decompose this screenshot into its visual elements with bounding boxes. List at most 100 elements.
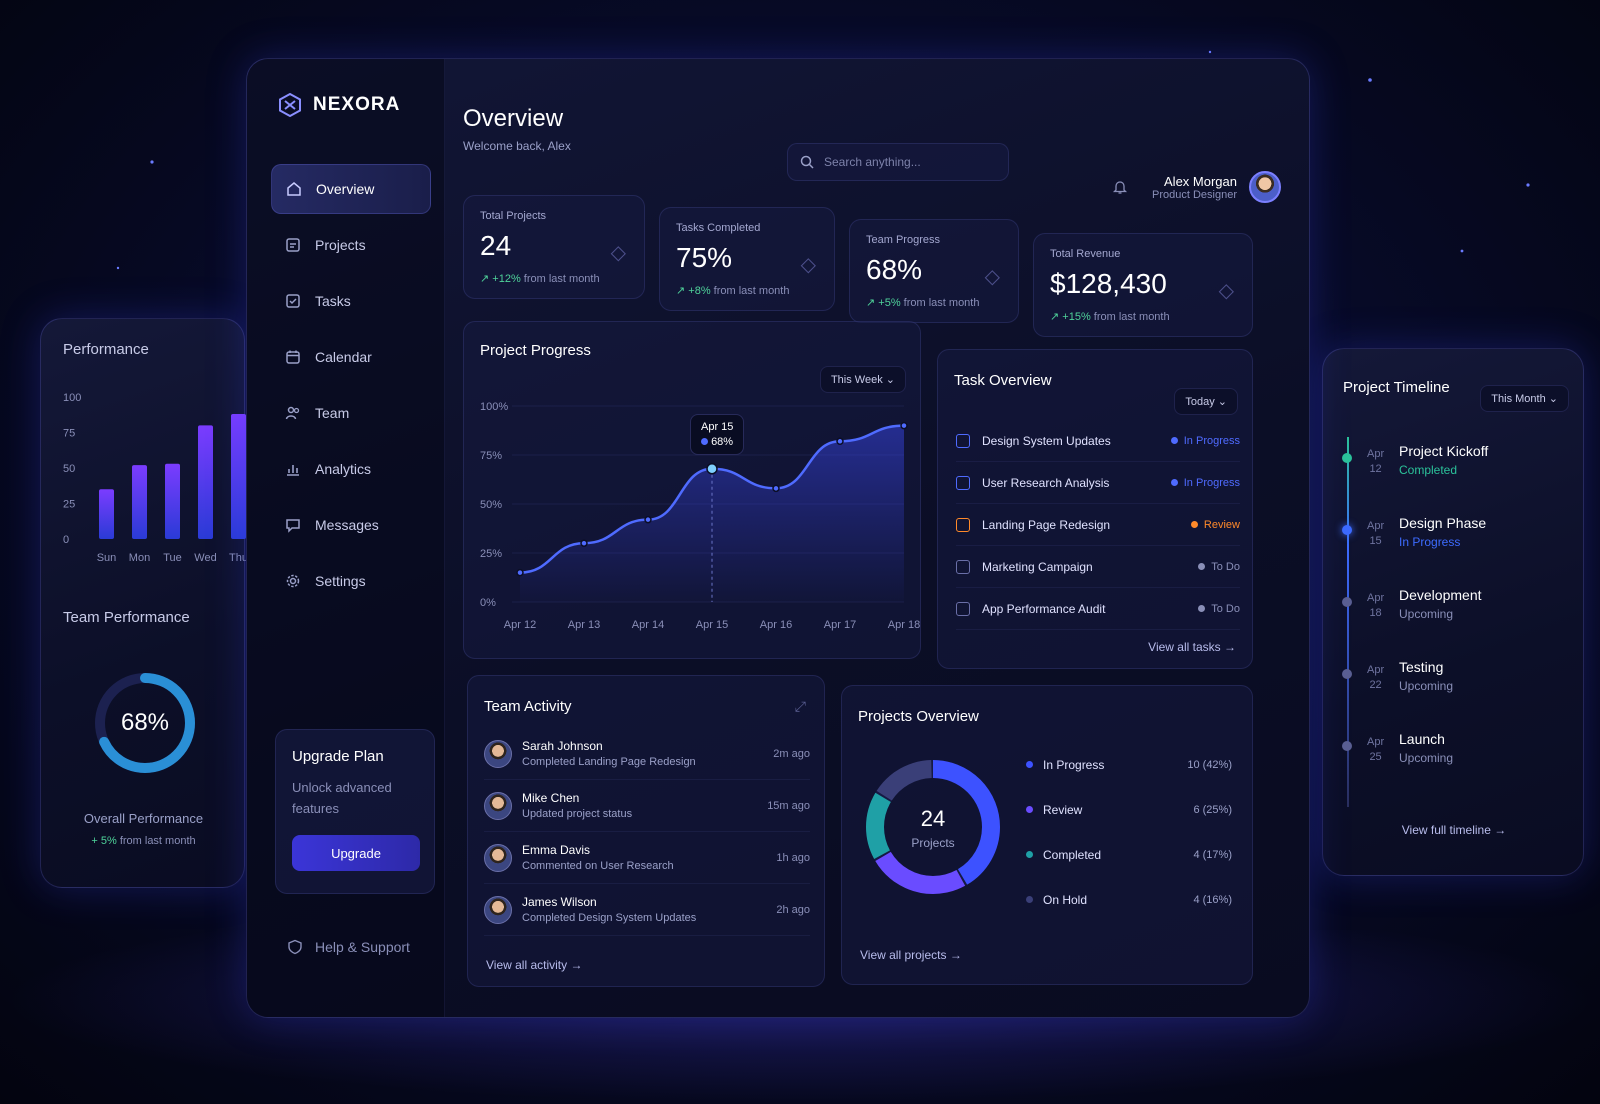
task-overview-range-dropdown[interactable]: Today ⌄ xyxy=(1174,388,1238,415)
ring-value: 68% xyxy=(120,709,170,736)
activity-description: Commented on User Research xyxy=(522,860,674,872)
timeline-item[interactable]: Apr 22 Testing Upcoming xyxy=(1342,659,1575,731)
search-input[interactable]: Search anything... xyxy=(787,143,1009,181)
legend-item[interactable]: On Hold 4 (16%) xyxy=(1026,877,1232,922)
help-support-label: Help & Support xyxy=(315,939,410,955)
activity-description: Completed Design System Updates xyxy=(522,912,697,924)
calendar-icon xyxy=(286,350,300,364)
view-full-timeline-link[interactable]: View full timeline → xyxy=(1323,823,1585,837)
stat-change: ↗ +15% from last month xyxy=(1050,310,1236,323)
timeline-dot xyxy=(1342,597,1352,607)
timeline-date: Apr 12 xyxy=(1367,447,1384,477)
timeline-month: Apr xyxy=(1367,448,1385,460)
task-status: To Do xyxy=(1198,561,1240,573)
sidebar-item-projects[interactable]: Projects xyxy=(271,220,431,270)
stat-card-total-projects[interactable]: Total Projects 24 ↗ +12% from last month… xyxy=(463,195,645,299)
stat-card-team-progress[interactable]: Team Progress 68% ↗ +5% from last month … xyxy=(849,219,1019,323)
task-checkbox[interactable] xyxy=(956,517,970,532)
timeline-date: Apr 22 xyxy=(1367,663,1384,693)
data-point xyxy=(772,484,780,493)
view-all-tasks-label: View all tasks xyxy=(1148,640,1221,654)
timeline-item[interactable]: Apr 12 Project Kickoff Completed xyxy=(1342,443,1575,515)
timeline-dot xyxy=(1342,453,1352,463)
sidebar-item-settings[interactable]: Settings xyxy=(271,556,431,606)
status-dot xyxy=(1170,479,1178,486)
overall-change-suffix: from last month xyxy=(119,835,196,847)
legend-item[interactable]: In Progress 10 (42%) xyxy=(1026,742,1232,787)
y-tick-label: 25 xyxy=(63,499,75,511)
sidebar-item-analytics[interactable]: Analytics xyxy=(271,444,431,494)
sidebar-item-team[interactable]: Team xyxy=(271,388,431,438)
upgrade-plan-card: Upgrade Plan Unlock advanced features Up… xyxy=(275,729,435,894)
upgrade-text: Unlock advanced features xyxy=(292,780,392,816)
legend-item[interactable]: Completed 4 (17%) xyxy=(1026,832,1232,877)
page-title: Overview xyxy=(463,105,564,132)
timeline-title: Project Timeline xyxy=(1343,379,1450,396)
chevron-down-icon: ⌄ xyxy=(1217,396,1227,408)
timeline-item-status: Upcoming xyxy=(1399,679,1454,693)
trend-up-icon: ↗ xyxy=(1050,311,1060,323)
tooltip-date: Apr 15 xyxy=(701,421,734,433)
avatar[interactable] xyxy=(1249,171,1281,203)
sidebar-nav: Overview Projects Tasks Calendar Team An… xyxy=(271,164,431,612)
help-support-link[interactable]: Help & Support xyxy=(287,939,410,955)
stat-card-tasks-completed[interactable]: Tasks Completed 75% ↗ +8% from last mont… xyxy=(659,207,835,311)
activity-row[interactable]: James Wilson Completed Design System Upda… xyxy=(484,884,810,936)
timeline-item[interactable]: Apr 18 Development Upcoming xyxy=(1342,587,1575,659)
check-icon: ◇ xyxy=(800,254,816,276)
view-full-timeline-label: View full timeline xyxy=(1401,823,1491,837)
trend-up-icon: ↗ xyxy=(480,273,490,285)
task-row[interactable]: User Research Analysis In Progress xyxy=(956,462,1240,504)
sidebar-item-messages[interactable]: Messages xyxy=(271,500,431,550)
activity-row[interactable]: Mike Chen Updated project status 15m ago xyxy=(484,780,810,832)
task-row[interactable]: Landing Page Redesign Review xyxy=(956,504,1240,546)
task-checkbox[interactable] xyxy=(956,559,970,574)
data-point xyxy=(580,539,588,547)
task-status: In Progress xyxy=(1170,477,1240,489)
bar xyxy=(99,489,114,539)
task-overview-title: Task Overview xyxy=(954,372,1052,389)
legend-item[interactable]: Review 6 (25%) xyxy=(1026,787,1232,832)
legend-value: 6 (25%) xyxy=(1193,803,1232,816)
activity-time: 2h ago xyxy=(776,903,810,916)
legend-label: On Hold xyxy=(1043,892,1088,907)
timeline-month: Apr xyxy=(1367,520,1385,532)
view-all-projects-link[interactable]: View all projects → xyxy=(860,948,962,962)
view-all-tasks-link[interactable]: View all tasks → xyxy=(1148,640,1236,654)
sidebar-item-tasks[interactable]: Tasks xyxy=(271,276,431,326)
view-all-activity-link[interactable]: View all activity → xyxy=(486,958,582,972)
timeline-item[interactable]: Apr 15 Design Phase In Progress xyxy=(1342,515,1575,587)
bell-icon[interactable] xyxy=(1112,179,1128,195)
stat-change-value: +12% xyxy=(492,273,521,285)
timeline-item[interactable]: Apr 25 Launch Upcoming xyxy=(1342,731,1575,803)
chart-tooltip: Apr 15 68% xyxy=(690,414,745,455)
task-checkbox[interactable] xyxy=(956,433,970,448)
task-row[interactable]: Design System Updates In Progress xyxy=(956,420,1240,462)
timeline-item-name: Project Kickoff xyxy=(1399,443,1489,459)
activity-row[interactable]: Emma Davis Commented on User Research 1h a… xyxy=(484,832,810,884)
task-checkbox[interactable] xyxy=(956,601,970,616)
x-tick-label: Apr 18 xyxy=(888,619,920,631)
sidebar-item-overview[interactable]: Overview xyxy=(271,164,431,214)
task-row[interactable]: Marketing Campaign To Do xyxy=(956,546,1240,588)
activity-row[interactable]: Sarah Johnson Completed Landing Page Rede… xyxy=(484,728,810,780)
user-menu[interactable]: Alex Morgan Product Designer xyxy=(1112,171,1281,203)
activity-time: 15m ago xyxy=(767,799,810,812)
timeline-range-dropdown[interactable]: This Month ⌄ xyxy=(1480,385,1569,412)
expand-icon[interactable]: ⤢ xyxy=(795,698,806,715)
stat-change: ↗ +8% from last month xyxy=(676,284,818,297)
app-logo[interactable]: NEXORA xyxy=(279,93,400,117)
performance-title: Performance xyxy=(63,341,149,358)
user-name: Alex Morgan xyxy=(1164,173,1237,189)
avatar xyxy=(484,739,512,768)
sidebar-item-calendar[interactable]: Calendar xyxy=(271,332,431,382)
upgrade-button[interactable]: Upgrade xyxy=(292,835,420,871)
task-checkbox[interactable] xyxy=(956,475,970,490)
task-status-label: In Progress xyxy=(1183,434,1240,447)
project-timeline-panel: Project Timeline This Month ⌄ Apr 12 Proj… xyxy=(1322,348,1584,876)
legend-value: 4 (17%) xyxy=(1193,848,1232,861)
task-row[interactable]: App Performance Audit To Do xyxy=(956,588,1240,630)
timeline-dot xyxy=(1342,741,1352,751)
stat-card-total-revenue[interactable]: Total Revenue $128,430 ↗ +15% from last … xyxy=(1033,233,1253,337)
task-status: In Progress xyxy=(1170,434,1240,447)
